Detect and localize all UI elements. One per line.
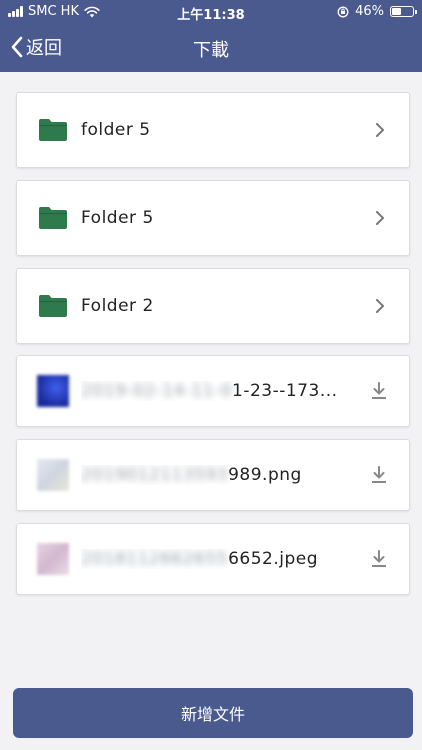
battery-icon [390, 6, 417, 17]
folder-name: Folder 2 [81, 296, 154, 316]
download-icon[interactable] [371, 550, 387, 568]
file-thumbnail [37, 459, 69, 491]
file-thumbnail [37, 375, 69, 407]
folder-icon [39, 119, 67, 141]
file-name-visible: 1-23--173... [232, 381, 338, 401]
add-file-button[interactable]: 新增文件 [13, 688, 413, 738]
download-icon[interactable] [371, 466, 387, 484]
folder-item[interactable]: Folder 5 [16, 180, 410, 256]
nav-bar: 返回 下載 [0, 24, 422, 72]
battery-level [392, 8, 401, 15]
file-name: 2019012113593989.png [81, 465, 357, 485]
folder-name: folder 5 [81, 120, 151, 140]
file-name: 20181126626556652.jpeg [81, 549, 357, 569]
folder-icon [39, 207, 67, 229]
folder-name: Folder 5 [81, 208, 154, 228]
chevron-right-icon [376, 299, 384, 313]
file-name-visible: 6652.jpeg [228, 549, 319, 569]
file-name: 2019-02-14-11-01-23--173... [81, 381, 357, 401]
file-item[interactable]: 2019-02-14-11-01-23--173... [16, 355, 410, 427]
chevron-right-icon [376, 123, 384, 137]
status-bar: SMC HK 上午11:38 46% [0, 0, 422, 24]
file-item[interactable]: 20181126626556652.jpeg [16, 523, 410, 595]
battery-percent: 46% [355, 4, 384, 19]
file-name-hidden: 2019012113593 [81, 465, 229, 485]
file-thumbnail [37, 543, 69, 575]
page-title: 下載 [193, 40, 229, 61]
rotation-lock-icon [337, 6, 349, 17]
folder-item[interactable]: Folder 2 [16, 268, 410, 344]
folder-item[interactable]: folder 5 [16, 92, 410, 168]
file-name-hidden: 2018112662655 [81, 549, 229, 569]
chevron-right-icon [376, 211, 384, 225]
header: SMC HK 上午11:38 46% 返回 下載 [0, 0, 422, 72]
file-name-hidden: 2019-02-14-11-0 [81, 381, 233, 401]
status-right: 46% [337, 4, 417, 19]
download-icon[interactable] [371, 382, 387, 400]
file-item[interactable]: 2019012113593989.png [16, 439, 410, 511]
folder-icon [39, 295, 67, 317]
file-name-visible: 989.png [228, 465, 302, 485]
